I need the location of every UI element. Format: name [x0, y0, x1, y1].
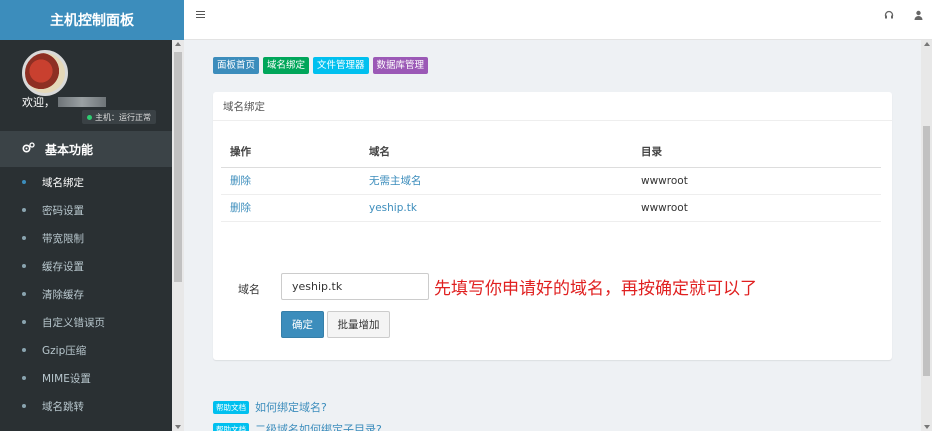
sidebar-item-cache-settings[interactable]: 缓存设置 — [0, 252, 172, 280]
sidebar-item-label: 自定义错误页 — [42, 316, 105, 329]
bullet-icon — [22, 348, 26, 352]
status-text: 主机：运行正常 — [95, 112, 151, 122]
scroll-down-icon[interactable] — [923, 425, 930, 429]
sidebar-item-gzip[interactable]: Gzip压缩 — [0, 336, 172, 364]
directory-cell: wwwroot — [632, 167, 881, 195]
sidebar-item-password[interactable]: 密码设置 — [0, 196, 172, 224]
help-doc-badge: 帮助文档 — [213, 422, 249, 431]
avatar — [22, 50, 68, 96]
sidebar-item-label: MIME设置 — [42, 372, 91, 385]
directory-cell: wwwroot — [632, 194, 881, 222]
domain-field-label: 域名 — [238, 283, 260, 296]
quick-link-file-manager[interactable]: 文件管理器 — [313, 57, 369, 74]
user-icon[interactable] — [914, 10, 923, 23]
bullet-icon — [22, 180, 26, 184]
scroll-up-icon[interactable] — [923, 42, 930, 46]
bullet-icon — [22, 236, 26, 240]
sidebar-item-label: 清除缓存 — [42, 288, 84, 301]
domain-bind-panel: 域名绑定 操作 域名 目录 删除 无需主域名 wwwroot 删除 yeship… — [213, 92, 892, 360]
brand-title[interactable]: 主机控制面板 — [0, 0, 184, 40]
delete-link[interactable]: 删除 — [230, 175, 251, 187]
scroll-down-icon[interactable] — [175, 425, 181, 429]
help-link-bind-domain[interactable]: 如何绑定域名? — [255, 399, 327, 415]
sidebar-item-label: 域名绑定 — [42, 176, 84, 189]
help-item: 帮助文档 如何绑定域名? — [213, 399, 327, 415]
sidebar-item-label: 缓存设置 — [42, 260, 84, 273]
quick-links: 面板首页 域名绑定 文件管理器 数据库管理 — [213, 57, 429, 74]
bullet-icon — [22, 292, 26, 296]
sidebar-item-label: 域名跳转 — [42, 400, 84, 413]
sidebar-nav: 域名绑定 密码设置 带宽限制 缓存设置 清除缓存 自定义错误页 Gzip压缩 M… — [0, 168, 172, 420]
column-header: 域名 — [360, 137, 632, 168]
sidebar-item-label: 密码设置 — [42, 204, 84, 217]
bullet-icon — [22, 404, 26, 408]
main-content: 面板首页 域名绑定 文件管理器 数据库管理 域名绑定 操作 域名 目录 删除 无… — [184, 40, 921, 431]
column-header: 目录 — [632, 137, 881, 168]
instruction-annotation: 先填写你申请好的域名，再按确定就可以了 — [434, 279, 757, 299]
main-scroll-thumb[interactable] — [923, 126, 930, 376]
cogs-icon — [22, 142, 35, 156]
sidebar-item-mime[interactable]: MIME设置 — [0, 364, 172, 392]
domain-link[interactable]: yeship.tk — [369, 202, 417, 214]
menu-toggle-icon[interactable] — [196, 11, 205, 18]
bullet-icon — [22, 376, 26, 380]
help-doc-badge: 帮助文档 — [213, 400, 249, 414]
bullet-icon — [22, 208, 26, 212]
column-header: 操作 — [221, 137, 360, 168]
sidebar-item-label: Gzip压缩 — [42, 344, 87, 357]
sidebar-section-basic[interactable]: 基本功能 — [0, 131, 172, 167]
domain-link[interactable]: 无需主域名 — [369, 175, 422, 187]
status-dot-icon — [87, 114, 92, 120]
quick-link-database[interactable]: 数据库管理 — [372, 57, 429, 74]
table-row: 删除 yeship.tk wwwroot — [221, 194, 881, 222]
help-link-subdomain[interactable]: 二级域名如何绑定子目录? — [255, 421, 382, 431]
sidebar: 欢迎， 主机：运行正常 基本功能 域名绑定 密码设置 带宽限制 缓存设置 清除缓… — [0, 0, 172, 431]
domain-input[interactable] — [281, 273, 429, 300]
top-bar — [184, 0, 932, 40]
status-badge: 主机：运行正常 — [82, 110, 156, 124]
sidebar-item-redirect[interactable]: 域名跳转 — [0, 392, 172, 420]
panel-title: 域名绑定 — [213, 92, 892, 121]
table-header-row: 操作 域名 目录 — [221, 137, 881, 168]
welcome-label: 欢迎， — [22, 96, 55, 109]
table-row: 删除 无需主域名 wwwroot — [221, 167, 881, 195]
domain-table: 操作 域名 目录 删除 无需主域名 wwwroot 删除 yeship.tk w… — [221, 137, 881, 222]
headset-icon[interactable] — [884, 10, 894, 23]
bulk-add-button[interactable]: 批量增加 — [327, 311, 390, 338]
bullet-icon — [22, 320, 26, 324]
confirm-button[interactable]: 确定 — [281, 311, 324, 338]
blurred-username — [58, 97, 106, 107]
sidebar-item-error-page[interactable]: 自定义错误页 — [0, 308, 172, 336]
quick-link-home[interactable]: 面板首页 — [213, 57, 260, 74]
scroll-up-icon[interactable] — [175, 42, 181, 46]
user-panel: 欢迎， 主机：运行正常 — [0, 40, 172, 130]
sidebar-section-label: 基本功能 — [45, 142, 94, 157]
help-item: 帮助文档 二级域名如何绑定子目录? — [213, 421, 382, 431]
sidebar-item-clear-cache[interactable]: 清除缓存 — [0, 280, 172, 308]
sidebar-item-bandwidth[interactable]: 带宽限制 — [0, 224, 172, 252]
sidebar-scrollbar[interactable] — [172, 40, 184, 431]
quick-link-domain[interactable]: 域名绑定 — [263, 57, 310, 74]
main-scrollbar[interactable] — [921, 40, 932, 431]
welcome-text: 欢迎， — [22, 94, 106, 110]
bullet-icon — [22, 264, 26, 268]
sidebar-item-domain-bind[interactable]: 域名绑定 — [0, 168, 172, 196]
sidebar-scroll-thumb[interactable] — [174, 52, 182, 282]
sidebar-item-label: 带宽限制 — [42, 232, 84, 245]
delete-link[interactable]: 删除 — [230, 202, 251, 214]
